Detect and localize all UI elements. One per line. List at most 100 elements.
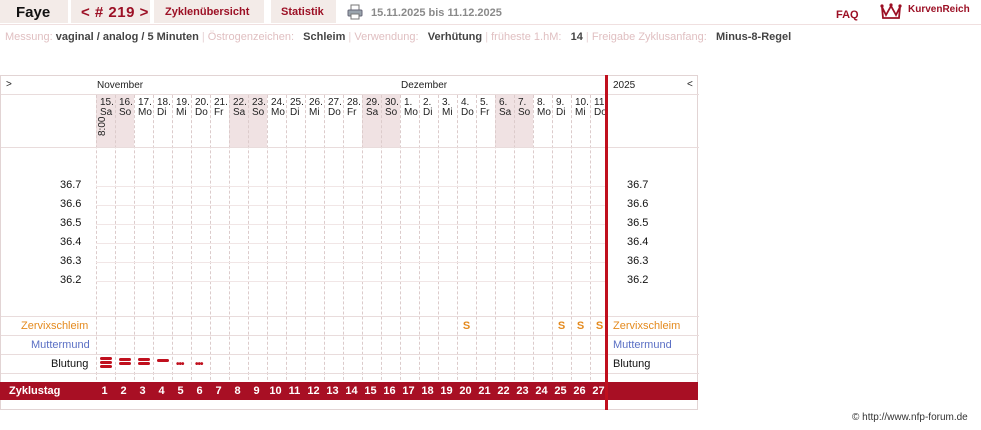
- cycle-day-number[interactable]: 13: [323, 385, 342, 397]
- settings-line: Messung: vaginal / analog / 5 Minuten | …: [5, 31, 792, 43]
- faq-link[interactable]: FAQ: [836, 9, 859, 21]
- bleeding-mark[interactable]: [156, 355, 170, 369]
- day-weekday: Sa: [366, 107, 379, 118]
- cycle-day-number[interactable]: 15: [361, 385, 380, 397]
- day-weekday: Mi: [442, 107, 453, 118]
- day-weekday: Mi: [176, 107, 187, 118]
- cycle-day-number[interactable]: 19: [437, 385, 456, 397]
- day-weekday: Di: [423, 107, 433, 118]
- setting-label-estrogen: Östrogenzeichen:: [207, 31, 294, 43]
- cycle-day-number[interactable]: 2: [114, 385, 133, 397]
- mucus-mark[interactable]: S: [571, 320, 590, 332]
- mucus-mark[interactable]: S: [457, 320, 476, 332]
- logo-text[interactable]: KurvenReich: [908, 4, 970, 15]
- row-label-cervical-mucus: Zervixschleim: [21, 320, 89, 332]
- row-line: [1, 316, 699, 317]
- setting-value-estrogen: Schleim: [303, 31, 346, 43]
- printer-icon[interactable]: [347, 4, 363, 20]
- row-label-cycle-day: Zyklustag: [9, 385, 61, 397]
- bleeding-mark[interactable]: [118, 355, 132, 369]
- day-weekday: Fr: [347, 107, 357, 118]
- cycle-day-number[interactable]: 25: [551, 385, 570, 397]
- temperature-label: 36.7: [60, 179, 82, 191]
- cycle-day-number[interactable]: 17: [399, 385, 418, 397]
- day-weekday: Mi: [309, 107, 320, 118]
- temperature-label: 36.2: [60, 274, 82, 286]
- tab-cycle-overview-label[interactable]: Zyklenübersicht: [165, 6, 249, 18]
- month-label-december: Dezember: [401, 80, 448, 91]
- divider: [0, 24, 981, 25]
- cycle-day-number[interactable]: 9: [247, 385, 266, 397]
- setting-value-release: Minus-8-Regel: [715, 31, 792, 43]
- day-weekday: So: [252, 107, 265, 118]
- setting-value-measurement: vaginal / analog / 5 Minuten: [55, 31, 199, 43]
- day-weekday: Sa: [499, 107, 512, 118]
- cycle-day-number[interactable]: 12: [304, 385, 323, 397]
- temperature-gridline: [96, 205, 606, 206]
- day-weekday: Mo: [271, 107, 285, 118]
- cycle-day-number[interactable]: 3: [133, 385, 152, 397]
- month-label-november: November: [97, 80, 144, 91]
- row-label-bleeding: Blutung: [51, 358, 89, 370]
- cycle-day-number[interactable]: 1: [95, 385, 114, 397]
- row-line: [1, 147, 699, 148]
- cycle-day-number[interactable]: 16: [380, 385, 399, 397]
- temperature-label: 36.6: [627, 198, 649, 210]
- day-weekday: Di: [157, 107, 167, 118]
- cycle-day-number[interactable]: 23: [513, 385, 532, 397]
- temperature-label: 36.3: [60, 255, 82, 267]
- temperature-label: 36.3: [627, 255, 649, 267]
- setting-value-earliest: 14: [570, 31, 583, 43]
- day-weekday: Do: [195, 107, 208, 118]
- day-weekday: Di: [290, 107, 300, 118]
- cycle-day-number[interactable]: 22: [494, 385, 513, 397]
- day-weekday: Mo: [537, 107, 551, 118]
- cycle-day-number[interactable]: 6: [190, 385, 209, 397]
- cycle-day-number[interactable]: 26: [570, 385, 589, 397]
- bleeding-mark[interactable]: •••: [175, 355, 189, 370]
- day-weekday: Mo: [138, 107, 152, 118]
- bleeding-mark[interactable]: •••: [194, 355, 208, 370]
- tab-statistics-label[interactable]: Statistik: [281, 6, 324, 18]
- cycle-number-nav[interactable]: < # 219 >: [81, 4, 149, 21]
- cycle-day-number[interactable]: 24: [532, 385, 551, 397]
- temperature-label: 36.5: [627, 217, 649, 229]
- cycle-end-line: [605, 75, 608, 410]
- cycle-day-number[interactable]: 20: [456, 385, 475, 397]
- cycle-day-number[interactable]: 4: [152, 385, 171, 397]
- nav-back-button[interactable]: >: [6, 79, 12, 90]
- cycle-day-number[interactable]: 7: [209, 385, 228, 397]
- setting-label-usage: Verwendung:: [354, 31, 419, 43]
- setting-label-measurement: Messung:: [5, 31, 53, 43]
- nav-forward-button[interactable]: <: [687, 79, 693, 90]
- day-weekday: Mo: [404, 107, 418, 118]
- cycle-day-number[interactable]: 21: [475, 385, 494, 397]
- temperature-label: 36.4: [60, 236, 82, 248]
- day-weekday: Fr: [214, 107, 224, 118]
- cycle-day-number[interactable]: 10: [266, 385, 285, 397]
- date-range: 15.11.2025 bis 11.12.2025: [371, 7, 502, 19]
- cycle-day-number[interactable]: 5: [171, 385, 190, 397]
- user-name: Faye: [16, 4, 51, 21]
- cycle-day-number[interactable]: 18: [418, 385, 437, 397]
- cycle-day-number[interactable]: 8: [228, 385, 247, 397]
- row-label-cervix-position-right: Muttermund: [613, 339, 672, 351]
- cycle-day-number[interactable]: 11: [285, 385, 304, 397]
- day-weekday: Do: [328, 107, 341, 118]
- day-weekday: Do: [461, 107, 474, 118]
- day-weekday: Mi: [575, 107, 586, 118]
- temperature-label: 36.5: [60, 217, 82, 229]
- copyright: © http://www.nfp-forum.de: [852, 412, 968, 423]
- bleeding-mark[interactable]: [137, 355, 151, 369]
- bleeding-mark[interactable]: [99, 355, 113, 369]
- row-line: [1, 373, 699, 374]
- setting-value-usage: Verhütung: [427, 31, 483, 43]
- cycle-day-number[interactable]: 14: [342, 385, 361, 397]
- setting-label-earliest: früheste 1.hM:: [491, 31, 562, 43]
- temperature-gridline: [96, 186, 606, 187]
- crown-logo-icon[interactable]: [880, 2, 902, 20]
- row-line: [1, 94, 699, 95]
- mucus-mark[interactable]: S: [552, 320, 571, 332]
- day-weekday: So: [119, 107, 132, 118]
- cycle-chart: 15. Sa 16. So 17. Mo 18. Di 19. Mi 20. Do 21. Fr 22. Sa…: [0, 75, 699, 410]
